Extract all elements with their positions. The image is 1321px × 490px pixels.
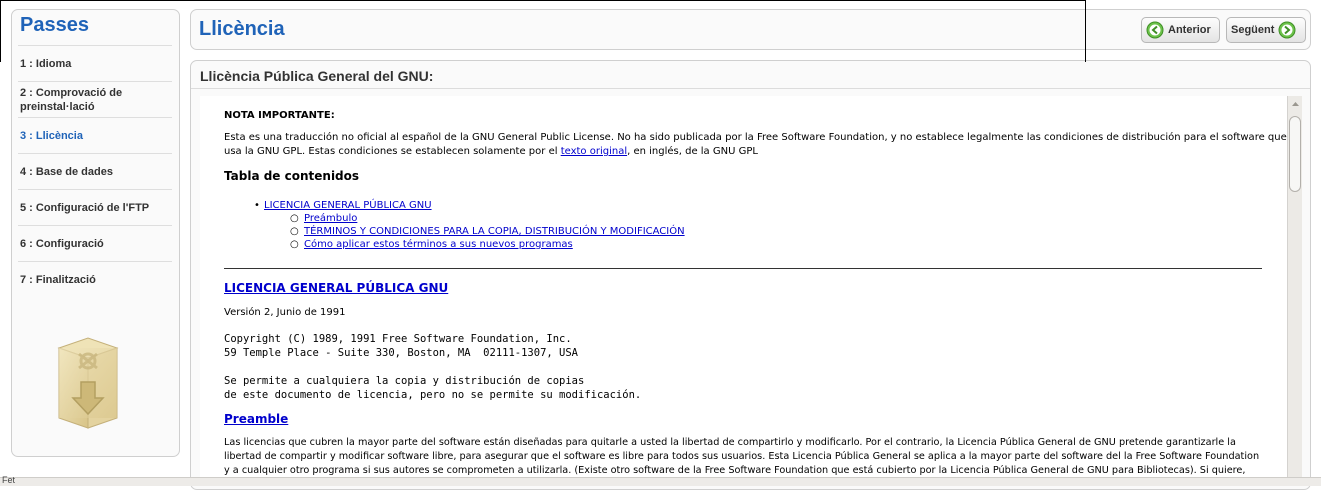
permit-line-2: de este documento de licencia, pero no s… <box>224 389 642 401</box>
arrow-right-icon <box>1278 21 1296 39</box>
joomla-install-box-icon <box>57 337 119 429</box>
previous-button-label: Anterior <box>1168 24 1211 36</box>
steps-sidebar: Passes 1 : Idioma 2 : Comprovació de pre… <box>11 9 180 457</box>
overlay-line <box>0 0 1085 1</box>
toc-title: Tabla de contenidos <box>224 169 360 183</box>
note-line-1: Esta es una traducción no oficial al esp… <box>224 132 1287 143</box>
panel-divider <box>191 88 1310 89</box>
step-database: 4 : Base de dades <box>18 153 172 189</box>
next-button[interactable]: Següent <box>1226 17 1306 43</box>
copyright-line-2: 59 Temple Place - Suite 330, Boston, MA … <box>224 347 579 359</box>
scroll-up-arrow-icon[interactable] <box>1288 96 1303 112</box>
step-configuration: 6 : Configuració <box>18 225 172 261</box>
license-heading[interactable]: LICENCIA GENERAL PÚBLICA GNU <box>224 281 448 295</box>
preamble-line-3: y a cualquier otro programa si sus autor… <box>224 465 1246 476</box>
status-bar: Fet <box>0 475 1321 486</box>
overlay-line <box>1085 0 1086 62</box>
preamble-heading[interactable]: Preamble <box>224 412 288 426</box>
toc-link-preamble[interactable]: Preámbulo <box>304 212 357 226</box>
toc-link-license[interactable]: LICENCIA GENERAL PÚBLICA GNU <box>264 199 432 213</box>
steps-list: 1 : Idioma 2 : Comprovació de preinstal·… <box>18 45 172 297</box>
arrow-left-icon <box>1146 21 1164 39</box>
note-title: NOTA IMPORTANTE: <box>224 110 335 121</box>
step-preinstall-check: 2 : Comprovació de preinstal·lació <box>18 81 172 117</box>
bullet: ○ <box>290 226 299 237</box>
preamble-line-1: Las licencias que cubren la mayor parte … <box>224 437 1236 448</box>
license-panel-title: Llicència Pública General del GNU: <box>200 68 434 84</box>
note-line-2: usa la GNU GPL. Estas condiciones se est… <box>224 146 758 157</box>
license-version: Versión 2, Junio de 1991 <box>224 307 346 318</box>
page-title: Llicència <box>199 18 285 40</box>
license-scrollbar[interactable] <box>1287 96 1302 480</box>
divider <box>224 268 1262 269</box>
next-button-label: Següent <box>1231 24 1275 36</box>
status-text: Fet <box>2 475 16 485</box>
scrollbar-thumb[interactable] <box>1289 116 1301 192</box>
step-license: 3 : Llicència <box>18 117 172 153</box>
toc-link-howto[interactable]: Cómo aplicar estos términos a sus nuevos… <box>304 238 573 252</box>
original-text-link[interactable]: texto original <box>561 146 627 157</box>
copyright-line-1: Copyright (C) 1989, 1991 Free Software F… <box>224 333 572 345</box>
page-header: Llicència Anterior Següent <box>190 9 1311 50</box>
step-finish: 7 : Finalització <box>18 261 172 297</box>
step-ftp-config: 5 : Configuració de l'FTP <box>18 189 172 225</box>
license-text-frame[interactable]: NOTA IMPORTANTE: Esta es una traducción … <box>200 96 1302 480</box>
bullet: • <box>254 200 260 211</box>
toc-link-terms[interactable]: TÉRMINOS Y CONDICIONES PARA LA COPIA, DI… <box>304 225 685 239</box>
bullet: ○ <box>290 239 299 250</box>
bullet: ○ <box>290 213 299 224</box>
overlay-line <box>0 0 1 62</box>
step-idioma: 1 : Idioma <box>18 45 172 81</box>
preamble-line-2: libertad de compartir y modificar softwa… <box>224 451 1260 462</box>
previous-button[interactable]: Anterior <box>1141 17 1220 43</box>
permit-line-1: Se permite a cualquiera la copia y distr… <box>224 375 585 387</box>
sidebar-title: Passes <box>20 14 89 36</box>
